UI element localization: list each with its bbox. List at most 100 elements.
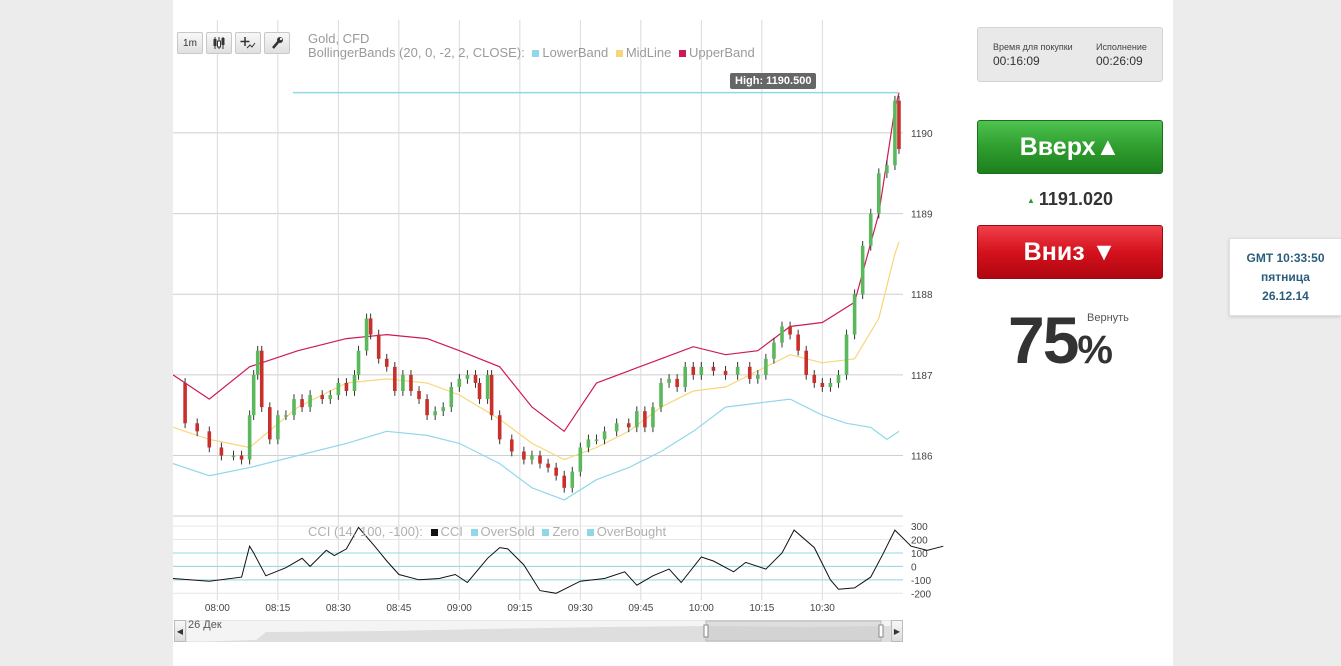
candle-body [433,411,437,416]
candle-body [368,318,373,335]
price-tick-label: 1188 [911,290,933,301]
candle-body [308,395,312,408]
candle-body [364,318,369,351]
candle-body [267,407,272,440]
candle-body [207,431,212,448]
candle-body [877,173,881,214]
candle-body [219,447,224,456]
legend-overbought: OverBought [596,524,667,539]
candle-body [522,451,526,460]
interval-button[interactable]: 1m [177,32,203,54]
candle-body [477,382,482,400]
candle-body [626,423,631,428]
clock-date: 26.12.14 [1262,289,1309,303]
time-tick-label: 09:45 [628,603,653,614]
candles-icon [213,37,225,49]
time-tick-label: 10:30 [810,603,835,614]
navigator-track[interactable] [186,620,891,642]
candle-body [788,326,792,335]
clock-time: GMT 10:33:50 [1246,251,1325,265]
candle-body [844,334,849,375]
candle-body [651,407,655,428]
legend-cci: CCI [440,524,463,539]
candle-body [530,455,534,460]
candle-body [683,366,688,387]
time-tick-label: 09:00 [447,603,472,614]
candle-body [772,342,776,359]
settings-button[interactable] [264,32,290,54]
time-tick-label: 08:15 [265,603,290,614]
payout-value: 75 [1008,303,1079,377]
time-tick-label: 08:30 [326,603,351,614]
chart-type-button[interactable] [206,32,232,54]
navigator-left-button[interactable]: ◀ [174,620,186,642]
candle-body [336,382,341,396]
candle-body [812,374,817,383]
time-tick-label: 08:00 [205,603,230,614]
chart-navigator[interactable]: ◀ ▶ [174,620,903,642]
put-down-button[interactable]: Вниз ▼ [977,225,1163,279]
clock-weekday: пятница [1261,270,1310,284]
current-price: ▲ 1191.020 [977,189,1163,210]
candle-body [796,334,800,351]
mid-line [173,241,900,461]
indicator-params: BollingerBands (20, 0, -2, 2, CLOSE): [308,45,525,60]
candle-body [441,407,446,412]
candle-body [667,378,671,383]
price-up-icon: ▲ [1026,195,1035,205]
navigator-right-button[interactable]: ▶ [891,620,903,642]
candle-body [562,475,567,488]
candle-body [409,374,413,392]
candle-body [885,165,889,174]
wrench-icon [272,37,283,49]
candle-body [239,455,244,460]
candle-body [828,382,833,387]
candle-body [489,374,494,416]
candle-body [747,366,752,379]
cci-tick-label: -100 [911,576,931,587]
legend-lowerband: LowerBand [542,45,609,60]
candle-body [764,358,768,375]
expiry-time-label: Исполнение [1096,42,1147,52]
payout-percent: 75% [1008,304,1113,386]
legend-swatch [542,528,550,536]
candle-body [247,415,252,460]
candle-body [231,455,236,458]
candle-body [594,439,599,441]
candle-body [417,391,421,400]
candle-body [509,439,514,452]
candle-body [393,366,397,392]
time-tick-label: 09:30 [568,603,593,614]
candle-body [868,213,873,246]
candle-body [300,399,304,408]
payout-symbol: % [1077,328,1113,372]
time-tick-label: 10:00 [689,603,714,614]
crosshair-icon [240,37,256,49]
legend-upperband: UpperBand [688,45,755,60]
candle-body [352,374,357,392]
candle-body [320,395,325,400]
legend-midline: MidLine [625,45,672,60]
candle-body [546,463,550,468]
candle-body [465,374,470,379]
candle-body [425,399,429,416]
candle-body [538,455,542,464]
legend-swatch [615,49,623,57]
candle-body [897,100,901,150]
purchase-time-value: 00:16:09 [993,54,1040,68]
candle-body [384,358,389,367]
cci-tick-label: 200 [911,536,928,547]
lower-band-line [173,398,900,501]
call-up-button[interactable]: Вверх▲ [977,120,1163,174]
legend-swatch [430,528,438,536]
indicator-title: Gold, CFD BollingerBands (20, 0, -2, 2, … [308,32,755,60]
gmt-clock: GMT 10:33:50 пятница 26.12.14 [1229,238,1341,316]
cci-tick-label: 100 [911,549,928,560]
legend-oversold: OverSold [480,524,535,539]
cci-tick-label: 300 [911,522,928,533]
crosshair-button[interactable] [235,32,261,54]
candle-body [376,334,381,359]
candle-body [485,374,490,400]
candle-body [860,245,865,295]
cci-params: CCI (14, 100, -100): [308,524,423,539]
